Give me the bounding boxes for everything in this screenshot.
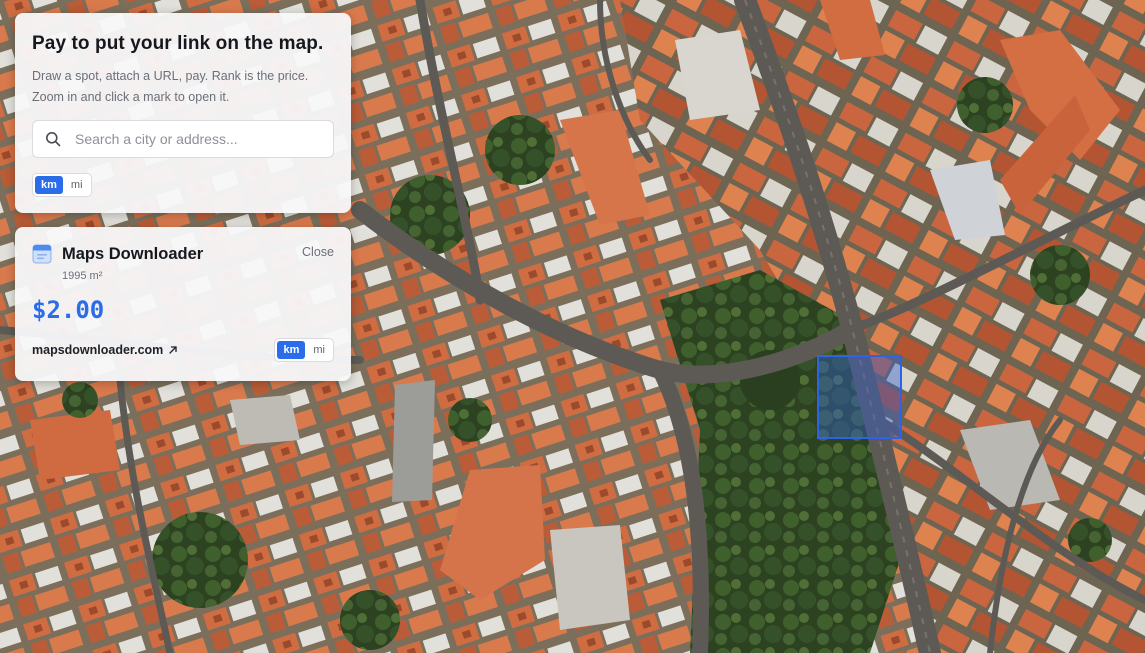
search-icon — [46, 132, 61, 147]
listing-area: 1995 m² — [62, 270, 103, 282]
listing-title: Maps Downloader — [62, 244, 204, 263]
listing-price: $2.00 — [32, 296, 105, 324]
listing-link[interactable]: mapsdownloader.com — [32, 343, 178, 357]
listing-link-text: mapsdownloader.com — [32, 343, 164, 357]
unit-toggle: km mi — [32, 173, 92, 197]
search-box[interactable] — [32, 120, 334, 158]
unit-mi-button[interactable]: mi — [65, 176, 89, 194]
search-input[interactable] — [73, 130, 327, 148]
intro-title: Pay to put your link on the map. — [32, 33, 324, 54]
listing-footer: mapsdownloader.com km mi — [32, 338, 334, 362]
intro-description: Draw a spot, attach a URL, pay. Rank is … — [32, 66, 334, 108]
browser-window-icon — [32, 244, 52, 264]
listing-unit-km-button[interactable]: km — [277, 341, 306, 359]
listing-unit-toggle: km mi — [274, 338, 334, 362]
listing-header: Maps Downloader — [32, 244, 334, 264]
close-button[interactable]: Close — [302, 245, 334, 259]
selected-plot-marker[interactable] — [817, 355, 902, 439]
intro-description-line-1: Draw a spot, attach a URL, pay. Rank is … — [32, 69, 309, 83]
listing-unit-mi-button[interactable]: mi — [307, 341, 331, 359]
intro-description-line-2: Zoom in and click a mark to open it. — [32, 90, 230, 104]
listing-card: Maps Downloader Close 1995 m² $2.00 maps… — [15, 227, 351, 381]
external-arrow-icon — [169, 346, 177, 354]
unit-km-button[interactable]: km — [35, 176, 63, 194]
intro-panel: Pay to put your link on the map. Draw a … — [15, 13, 351, 213]
